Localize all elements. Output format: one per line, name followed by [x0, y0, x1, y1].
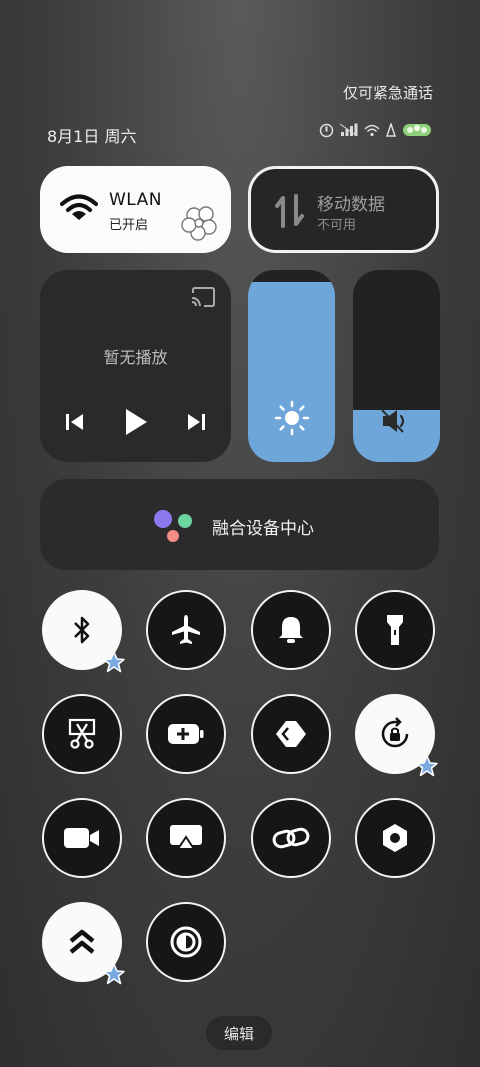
- battery-plus-icon: [168, 724, 204, 744]
- mobile-data-status: 不可用: [317, 218, 357, 233]
- screen-cast-toggle[interactable]: [146, 798, 226, 878]
- flashlight-toggle[interactable]: [355, 590, 435, 670]
- media-player-tile[interactable]: 暂无播放: [40, 270, 231, 462]
- mobile-data-tile[interactable]: 移动数据 不可用: [248, 166, 439, 253]
- star-badge-icon: [416, 755, 438, 777]
- airplane-icon: [172, 615, 200, 644]
- data-arrows-icon: [275, 194, 304, 228]
- battery-icon: [403, 124, 431, 136]
- mobile-data-title: 移动数据: [317, 195, 385, 215]
- wlan-title: WLAN: [109, 190, 163, 210]
- wifi-icon: [60, 194, 98, 220]
- dark-mode-toggle[interactable]: [146, 902, 226, 982]
- star-badge-icon: [103, 651, 125, 673]
- status-icons: [319, 122, 432, 138]
- double-chevron-up-icon: [69, 929, 95, 954]
- ring-mode-toggle[interactable]: [251, 590, 331, 670]
- link-icon: [272, 827, 310, 849]
- previous-icon[interactable]: [64, 412, 86, 432]
- rotation-lock-icon: [381, 717, 409, 748]
- volume-slider[interactable]: [353, 270, 440, 462]
- fusion-center-icon: [154, 510, 192, 542]
- cast-icon[interactable]: [190, 286, 216, 308]
- performance-mode-toggle[interactable]: [42, 902, 125, 985]
- flashlight-icon: [387, 615, 403, 645]
- wlan-status: 已开启: [109, 218, 149, 233]
- fusion-device-center[interactable]: 融合设备中心: [40, 479, 439, 570]
- signal-icon: [340, 123, 358, 137]
- sun-icon: [274, 400, 310, 436]
- video-camera-icon: [64, 828, 99, 848]
- speaker-mute-icon: [381, 409, 405, 433]
- wifi-icon: [364, 124, 380, 137]
- screenshot-scissors-icon: [68, 718, 96, 749]
- settings-toggle[interactable]: [355, 798, 435, 878]
- date-text: 8月1日 周六: [47, 127, 137, 146]
- nfc-icon: [276, 721, 306, 747]
- link-toggle[interactable]: [251, 798, 331, 878]
- nfc-toggle[interactable]: [251, 694, 331, 774]
- next-icon[interactable]: [185, 412, 207, 432]
- edit-button[interactable]: 编辑: [206, 1016, 272, 1050]
- screen-record-toggle[interactable]: [42, 798, 122, 878]
- flower-decoration-icon: [181, 206, 217, 241]
- screen-cast-icon: [170, 825, 202, 850]
- no-media-text: 暂无播放: [103, 348, 168, 367]
- airplane-mode-toggle[interactable]: [146, 590, 226, 670]
- wlan-tile[interactable]: WLAN 已开启: [40, 166, 231, 253]
- emergency-calls-only: 仅可紧急通话: [342, 84, 433, 102]
- bluetooth-icon: [74, 616, 90, 644]
- bluetooth-toggle[interactable]: [42, 590, 125, 673]
- vpn-icon: [386, 123, 396, 137]
- bell-icon: [279, 617, 303, 643]
- battery-saver-toggle[interactable]: [146, 694, 226, 774]
- rotation-lock-toggle[interactable]: [355, 694, 438, 777]
- play-icon[interactable]: [123, 407, 149, 437]
- do-not-disturb-icon: [319, 123, 334, 137]
- star-badge-icon: [103, 963, 125, 985]
- brightness-slider[interactable]: [248, 270, 335, 462]
- hex-settings-icon: [383, 824, 407, 852]
- screenshot-toggle[interactable]: [42, 694, 122, 774]
- fusion-center-label: 融合设备中心: [212, 519, 314, 539]
- contrast-icon: [170, 926, 202, 958]
